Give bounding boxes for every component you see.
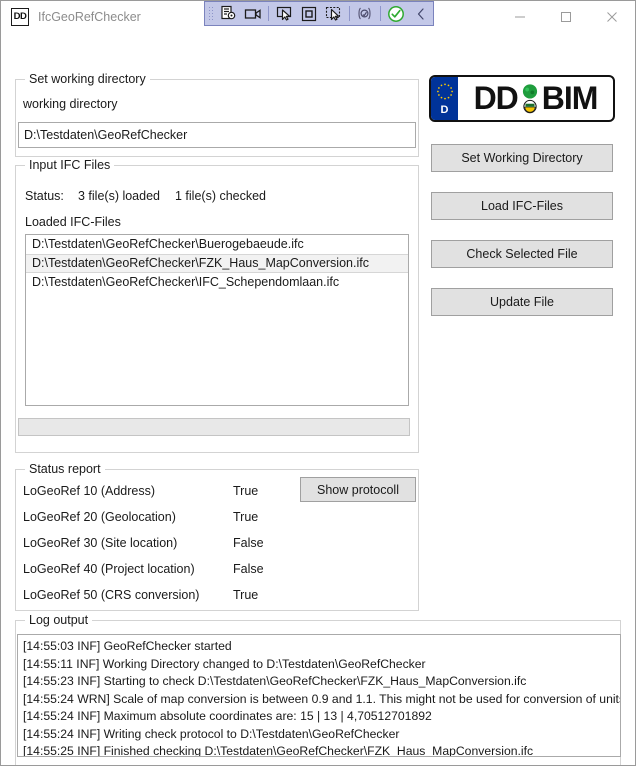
country-code: D — [440, 104, 449, 116]
app-icon: DD — [11, 7, 29, 26]
highlight-element-icon[interactable] — [297, 2, 321, 25]
log-line: [14:55:24 WRN] Scale of map conversion i… — [23, 691, 621, 706]
status-row-label: LoGeoRef 40 (Project location) — [23, 562, 195, 576]
load-ifc-files-button[interactable]: Load IFC-Files — [431, 192, 613, 220]
plate-seal-icon — [520, 82, 540, 116]
list-item[interactable]: D:\Testdaten\GeoRefChecker\IFC_Schependo… — [26, 273, 408, 292]
log-line: [14:55:23 INF] Starting to check D:\Test… — [23, 674, 527, 688]
loaded-ifc-files-label: Loaded IFC-Files — [25, 215, 121, 229]
status-row-label: LoGeoRef 50 (CRS conversion) — [23, 588, 200, 602]
status-row-value: False — [233, 562, 264, 576]
toolbar-separator — [348, 6, 350, 21]
record-video-icon[interactable] — [241, 2, 265, 25]
working-directory-group-title: Set working directory — [25, 72, 150, 86]
list-item[interactable]: D:\Testdaten\GeoRefChecker\Buerogebaeude… — [26, 235, 408, 254]
inspect-element-icon[interactable] — [216, 2, 240, 25]
status-report-group-title: Status report — [25, 462, 105, 476]
select-element-cursor-icon[interactable] — [272, 2, 296, 25]
log-output-textarea[interactable]: [14:55:03 INF] GeoRefChecker started [14… — [17, 634, 621, 757]
show-protocoll-button[interactable]: Show protocoll — [300, 477, 416, 502]
log-line: [14:55:24 INF] Maximum absolute coordina… — [23, 709, 432, 723]
status-row-value: True — [233, 510, 259, 524]
status-label: Status: — [25, 189, 64, 203]
application-window: DD IfcGeoRefChecker D DD BIM Set Working… — [0, 0, 636, 766]
status-row-value: False — [233, 536, 264, 550]
status-row-label: LoGeoRef 20 (Geolocation) — [23, 510, 176, 524]
log-line: [14:55:25 INF] Finished checking D:\Test… — [23, 744, 534, 757]
eu-plate-band: D — [431, 77, 458, 120]
status-row-label: LoGeoRef 10 (Address) — [23, 484, 156, 498]
minimize-button[interactable] — [497, 1, 543, 32]
loaded-ifc-files-list[interactable]: D:\Testdaten\GeoRefChecker\Buerogebaeude… — [25, 234, 409, 406]
inspector-toolbar[interactable] — [204, 1, 434, 26]
log-output-group-title: Log output — [25, 613, 93, 627]
toolbar-separator — [268, 6, 270, 21]
plate-text-left: DD — [473, 80, 519, 116]
eu-stars-icon — [435, 82, 454, 104]
select-parent-element-icon[interactable] — [321, 2, 345, 25]
log-line: [14:55:11 INF] Working Directory changed… — [23, 656, 426, 671]
plate-text-right: BIM — [541, 80, 599, 116]
update-file-button[interactable]: Update File — [431, 288, 613, 316]
ddbim-logo: D DD BIM — [429, 75, 615, 122]
working-directory-label: working directory — [23, 97, 118, 111]
toolbar-separator — [380, 6, 382, 21]
status-row-value: True — [233, 484, 259, 498]
toolbar-drag-handle[interactable] — [207, 5, 216, 22]
close-button[interactable] — [589, 1, 635, 32]
maximize-button[interactable] — [543, 1, 589, 32]
window-controls — [497, 1, 635, 32]
status-row-label: LoGeoRef 30 (Site location) — [23, 536, 178, 550]
window-title: IfcGeoRefChecker — [38, 9, 141, 24]
working-directory-input[interactable]: D:\Testdaten\GeoRefChecker — [18, 122, 416, 148]
set-working-directory-button[interactable]: Set Working Directory — [431, 144, 613, 172]
status-files-checked: 1 file(s) checked — [175, 189, 267, 203]
status-files-loaded: 3 file(s) loaded — [78, 189, 160, 203]
validate-check-icon[interactable] — [384, 2, 408, 25]
input-ifc-files-group-title: Input IFC Files — [25, 158, 115, 172]
status-row-value: True — [233, 588, 259, 602]
log-line: [14:55:03 INF] GeoRefChecker started — [23, 639, 232, 653]
list-item[interactable]: D:\Testdaten\GeoRefChecker\FZK_Haus_MapC… — [26, 254, 408, 273]
plate-text: DD BIM — [458, 77, 613, 120]
log-line: [14:55:24 INF] Writing check protocol to… — [23, 726, 400, 741]
progress-bar — [18, 418, 410, 436]
check-selected-file-button[interactable]: Check Selected File — [431, 240, 613, 268]
collapse-toolbar-icon[interactable] — [409, 2, 433, 25]
accessibility-check-icon[interactable] — [353, 2, 377, 25]
